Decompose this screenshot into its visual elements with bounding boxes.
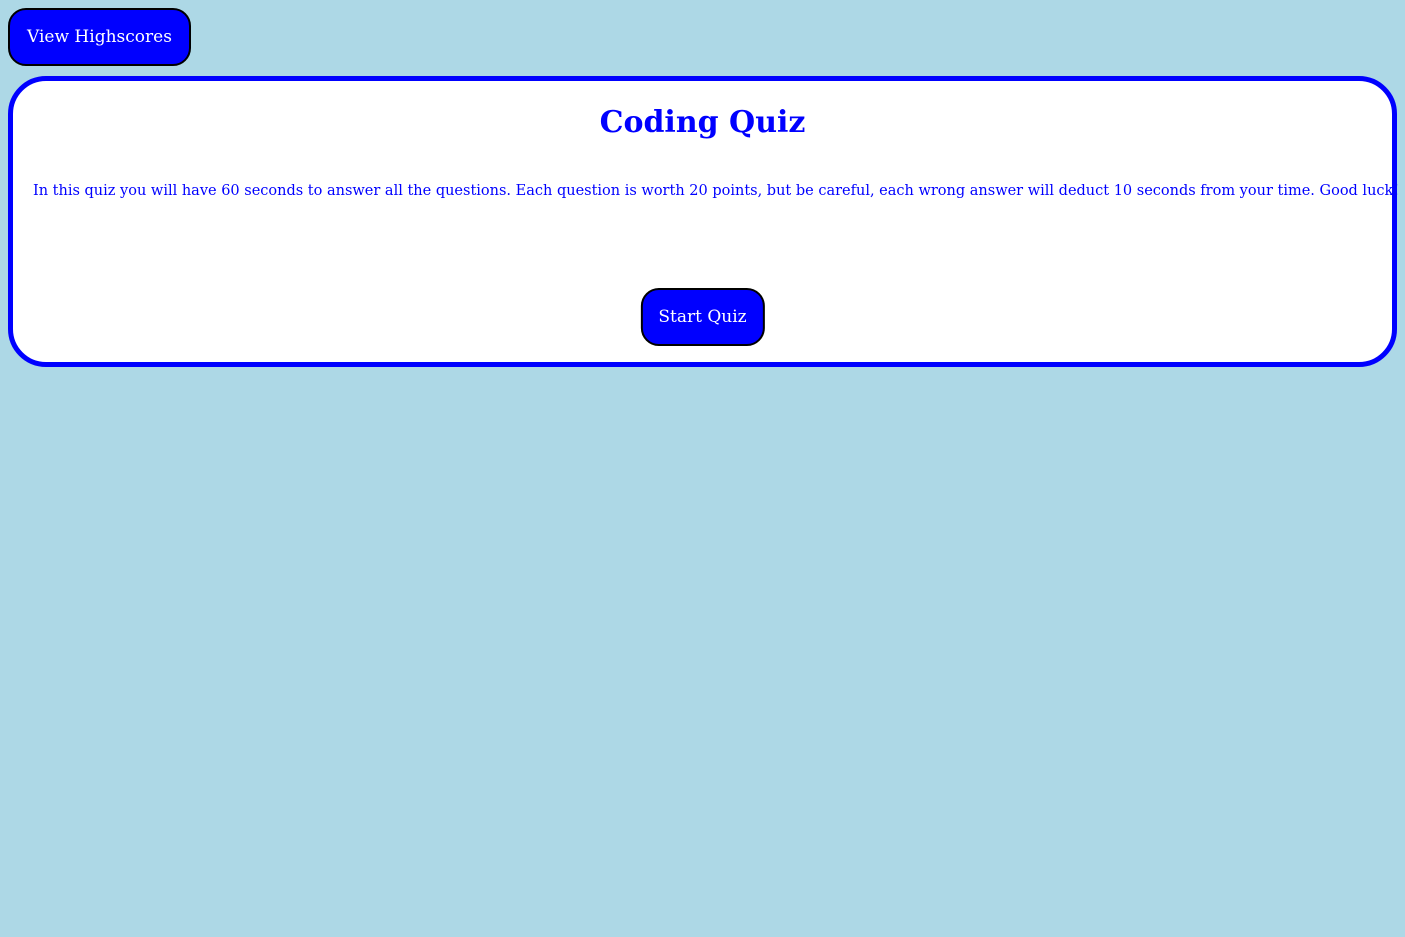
page: View Highscores Coding Quiz In this quiz… <box>0 0 1405 937</box>
page-title: Coding Quiz <box>599 105 806 140</box>
view-highscores-button[interactable]: View Highscores <box>8 8 191 66</box>
start-quiz-button[interactable]: Start Quiz <box>640 288 765 346</box>
quiz-description: In this quiz you will have 60 seconds to… <box>33 183 1400 199</box>
quiz-intro-card: Coding Quiz In this quiz you will have 6… <box>8 76 1400 367</box>
